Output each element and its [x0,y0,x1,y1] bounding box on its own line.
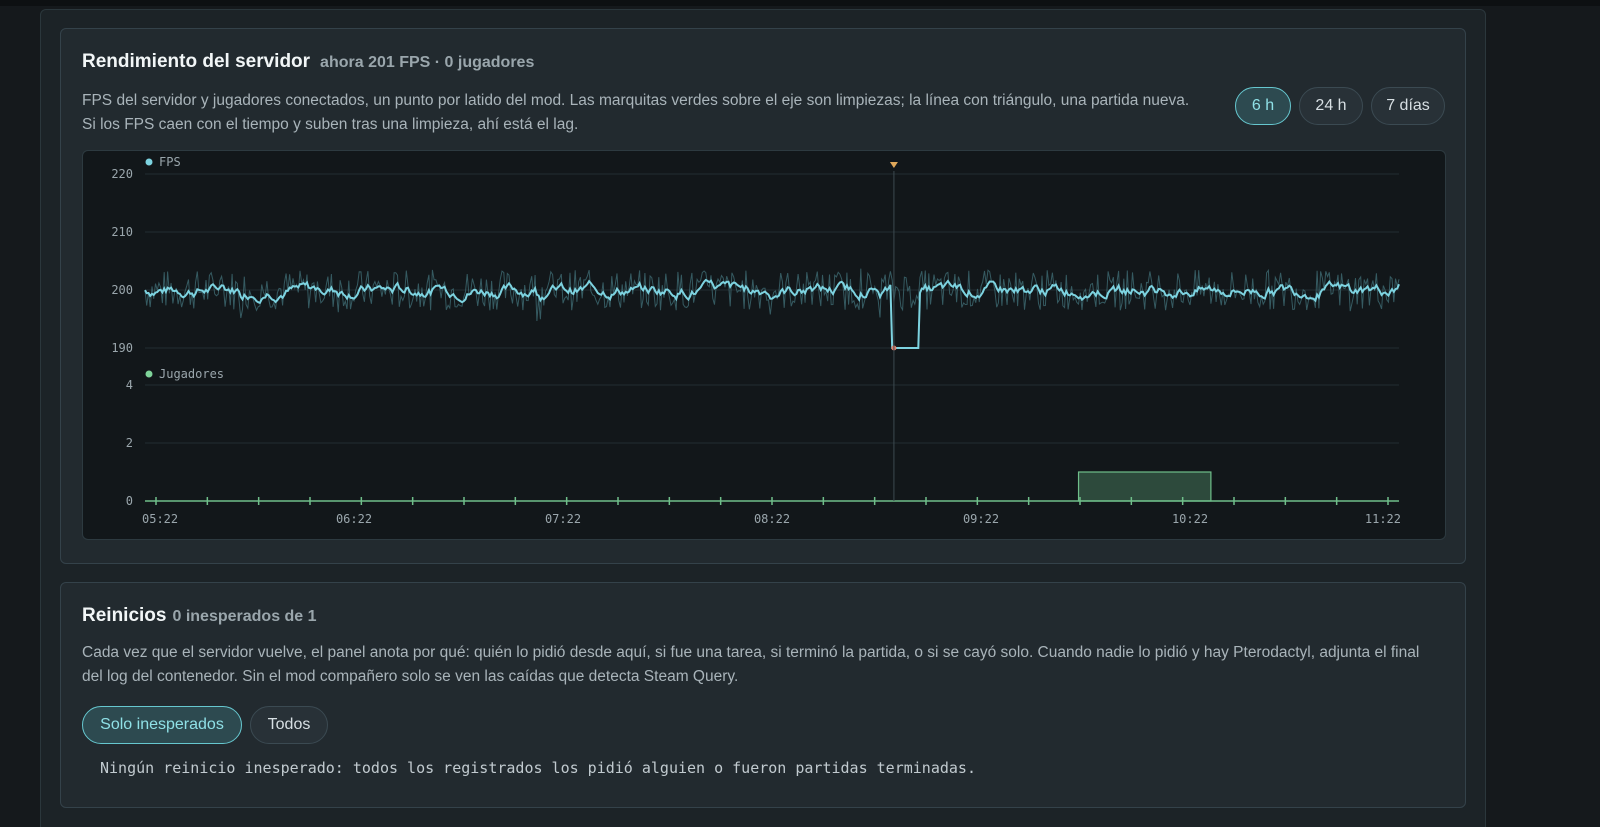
x-tick-label: 08:22 [754,512,790,526]
players-y-tick-label: 2 [126,436,133,450]
fps-y-tick-label: 190 [111,341,133,355]
performance-card: Rendimiento del servidor ahora 201 FPS · … [60,28,1466,564]
performance-chart-svg: 190 200 210 220 FPS 0 2 4 Jugadores 05:22 06:22 07:… [111,155,1401,526]
new-match-triangle [889,162,898,168]
fps-legend-label: FPS [159,155,181,169]
fps-raw-line [144,268,1400,322]
players-y-tick-label: 0 [126,494,133,508]
range-7d-button[interactable]: 7 días [1371,87,1445,125]
x-tick-label: 09:22 [963,512,999,526]
performance-title-row: Rendimiento del servidor ahora 201 FPS · … [82,51,534,73]
players-legend-dot [145,370,153,378]
performance-chart[interactable]: 190 200 210 220 FPS 0 2 4 Jugadores 05:22 06:22 07:… [82,150,1446,540]
restarts-title-row: Reinicios 0 inesperados de 1 [82,605,317,627]
fps-y-tick-label: 200 [111,283,133,297]
x-tick-label: 05:22 [142,512,178,526]
x-tick-label: 11:22 [1365,512,1401,526]
performance-description: FPS del servidor y jugadores conectados,… [82,92,1190,133]
fps-y-tick-label: 220 [111,167,133,181]
window-top-bar [0,0,1600,6]
performance-status: ahora 201 FPS · 0 jugadores [320,54,535,71]
players-legend-label: Jugadores [159,367,224,381]
x-tick-label: 06:22 [336,512,372,526]
players-area [1077,471,1212,502]
filter-all-button[interactable]: Todos [250,706,328,744]
range-6h-button[interactable]: 6 h [1235,87,1291,125]
fps-y-tick-label: 210 [111,225,133,239]
restarts-count: 0 inesperados de 1 [172,608,317,625]
restarts-card: Reinicios 0 inesperados de 1 Cada vez que… [60,582,1466,808]
restarts-empty-message: Ningún reinicio inesperado: todos los re… [100,759,976,777]
performance-title: Rendimiento del servidor [82,51,311,72]
fps-legend-dot [145,158,153,166]
filter-unexpected-button[interactable]: Solo inesperados [82,706,242,744]
restarts-description: Cada vez que el servidor vuelve, el pane… [82,644,1420,685]
x-tick-label: 07:22 [545,512,581,526]
restarts-title: Reinicios [82,605,167,626]
players-y-tick-label: 4 [126,378,133,392]
range-24h-button[interactable]: 24 h [1299,87,1363,125]
x-tick-label: 10:22 [1172,512,1208,526]
